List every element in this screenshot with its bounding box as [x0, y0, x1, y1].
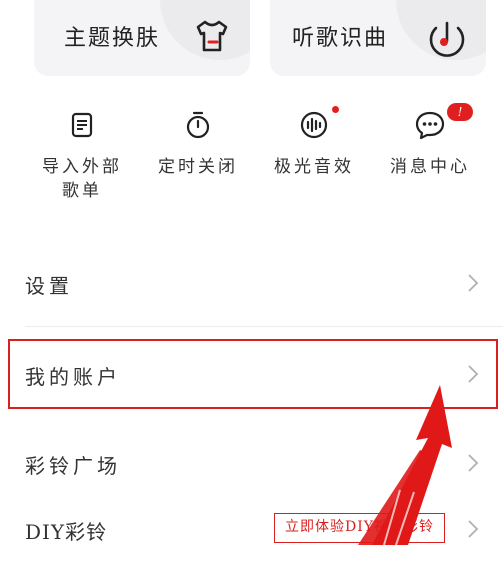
song-recognition-label: 听歌识曲: [292, 26, 389, 51]
shortcut-label: 定时关闭: [158, 157, 238, 177]
menu-item-label: DIY彩铃: [25, 520, 108, 544]
import-list-icon: [27, 105, 137, 145]
theme-skin-card[interactable]: 主题换肤: [34, 0, 250, 76]
menu-item-label: 彩铃广场: [25, 454, 121, 478]
shortcut-sleep-timer[interactable]: 定时关闭: [143, 105, 253, 179]
shortcut-label: 消息中心: [390, 157, 470, 177]
red-arrow-annotation: [358, 385, 452, 545]
menu-item-settings[interactable]: 设置: [0, 248, 503, 318]
shortcut-aurora-sound[interactable]: 极光音效: [259, 105, 369, 179]
chat-bubble-icon: !: [375, 103, 485, 145]
theme-skin-label: 主题换肤: [64, 26, 161, 51]
shortcut-label: 极光音效: [274, 157, 354, 177]
chevron-right-icon: [467, 273, 479, 297]
timer-icon: [143, 105, 253, 145]
audio-wave-icon: [259, 105, 369, 145]
chevron-right-icon: [467, 519, 479, 543]
music-note-icon: [426, 16, 468, 62]
new-dot: [332, 106, 339, 113]
song-recognition-card[interactable]: 听歌识曲: [270, 0, 486, 76]
tshirt-icon: [192, 16, 232, 60]
menu-item-label: 设置: [25, 274, 73, 298]
shortcut-label: 导入外部歌单: [42, 157, 122, 201]
message-badge: !: [447, 103, 473, 121]
shortcut-import-playlist[interactable]: 导入外部歌单: [27, 105, 137, 203]
shortcut-message-center[interactable]: ! 消息中心: [375, 103, 485, 179]
chevron-right-icon: [467, 453, 479, 477]
divider: [25, 326, 503, 327]
